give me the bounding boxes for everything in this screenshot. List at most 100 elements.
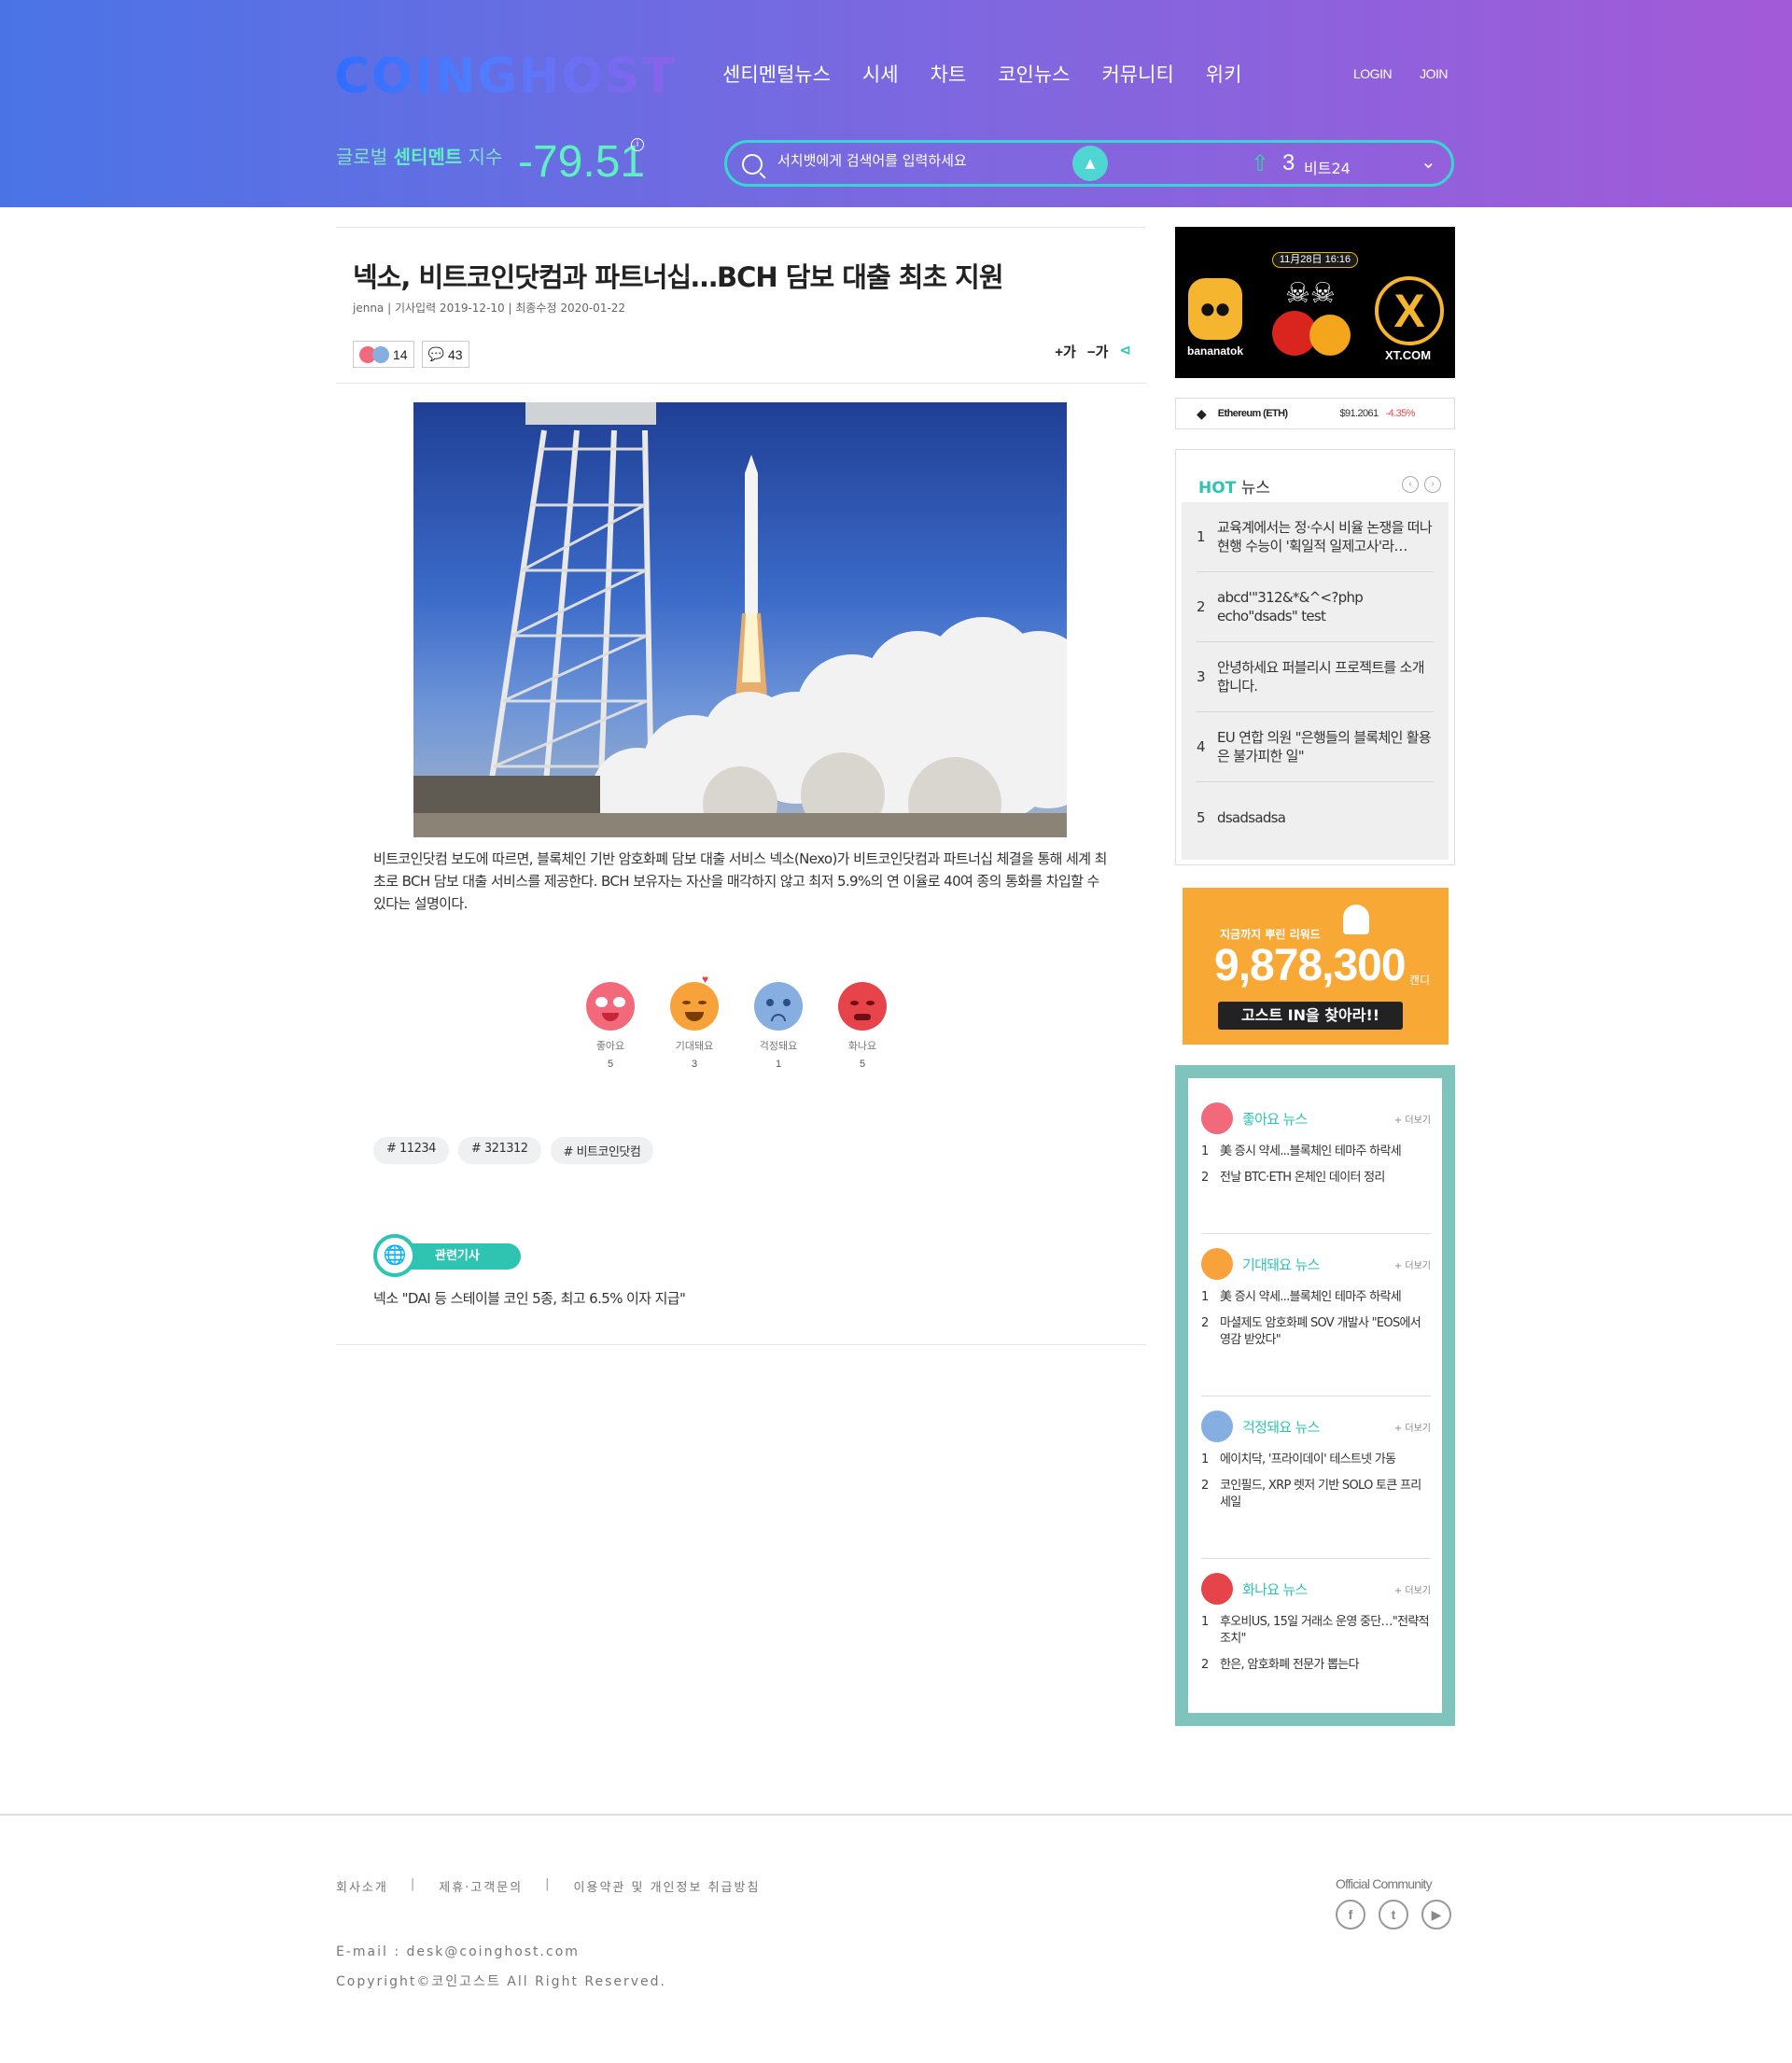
emotion-like-label: 좋아요: [595, 1040, 625, 1052]
share-icon[interactable]: ⊲: [1119, 342, 1131, 361]
chevron-left-icon[interactable]: ‹: [1402, 476, 1419, 493]
list-item[interactable]: 4 EU 연합 의원 "은행들의 블록체인 활용은 불가피한 일": [1197, 712, 1434, 782]
search-icon[interactable]: [742, 154, 763, 175]
list-item[interactable]: 3 안녕하세요 퍼블리시 프로젝트를 소개합니다.: [1197, 642, 1434, 712]
list-item[interactable]: 1 美 증시 약세...블록체인 테마주 하락세: [1201, 1144, 1431, 1160]
emotion-worry-label: 걱정돼요: [759, 1040, 798, 1052]
tag[interactable]: # 비트코인닷컴: [550, 1137, 654, 1164]
more-link[interactable]: + 더보기: [1394, 1112, 1431, 1126]
expect-face-icon: [1201, 1248, 1233, 1280]
nav-coin-news[interactable]: 코인뉴스: [998, 60, 1070, 88]
flower-decoration: [1309, 315, 1351, 356]
angry-news-section: 화나요 뉴스 + 더보기 1 후오비US, 15일 거래소 운영 중단…"전략적…: [1201, 1573, 1431, 1674]
more-link[interactable]: + 더보기: [1394, 1582, 1431, 1596]
nav-wiki[interactable]: 위키: [1206, 60, 1242, 88]
footer-link-contact[interactable]: 제휴·고객문의: [439, 1877, 523, 1895]
news-text: 코인필드, XRP 렛저 기반 SOLO 토큰 프리세일: [1220, 1479, 1421, 1509]
ad-banner[interactable]: 11月28日 16:16 •• bananatok ☠☠ X XT.COM: [1175, 227, 1455, 378]
emotion-angry[interactable]: 화나요 5: [838, 982, 887, 1070]
list-item[interactable]: 5 dsadsadsa: [1197, 782, 1434, 852]
worry-news-section: 걱정돼요 뉴스 + 더보기 1 에이치닥, '프라이데이' 테스트넷 가동 2 …: [1201, 1410, 1431, 1511]
comment-count-button[interactable]: 💬 43: [421, 341, 469, 368]
related-article-link[interactable]: 넥소 "DAI 등 스테이블 코인 5종, 최고 6.5% 이자 지급": [373, 1288, 840, 1308]
nav-market-price[interactable]: 시세: [862, 60, 899, 88]
emotion-worry[interactable]: 걱정돼요 1: [754, 982, 803, 1070]
rank-number: 2: [1201, 1171, 1209, 1185]
chevron-right-icon[interactable]: ›: [1424, 476, 1441, 493]
list-item[interactable]: 2 마셜제도 암호화폐 SOV 개발사 "EOS에서 영감 받았다": [1201, 1315, 1431, 1349]
list-item[interactable]: 2 코인필드, XRP 렛저 기반 SOLO 토큰 프리세일: [1201, 1478, 1431, 1511]
article-reactions: 14 💬 43: [353, 341, 469, 368]
like-news-title[interactable]: 좋아요 뉴스: [1242, 1109, 1394, 1129]
rank-number: 2: [1197, 598, 1206, 615]
login-link[interactable]: LOGIN: [1353, 66, 1393, 81]
font-down-button[interactable]: −가: [1087, 342, 1109, 361]
twitter-icon[interactable]: t: [1379, 1900, 1408, 1930]
rank-number: 3: [1197, 668, 1206, 685]
social-links: f t ▶: [1336, 1900, 1451, 1930]
rank-number: 1: [1201, 1290, 1209, 1304]
article-body: 비트코인닷컴 보도에 따르면, 블록체인 기반 암호화폐 담보 대출 서비스 넥…: [373, 850, 1107, 912]
hot-news-text: 교육계에서는 정·수시 비율 논쟁을 떠나 현행 수능이 '획일적 일제고사'라…: [1217, 519, 1433, 554]
emotion-expect[interactable]: ♥ 기대돼요 3: [670, 973, 719, 1070]
info-icon[interactable]: i: [631, 138, 644, 151]
emotion-angry-label: 화나요: [847, 1040, 877, 1052]
footer-link-about[interactable]: 회사소개: [336, 1877, 388, 1895]
tag[interactable]: # 321312: [457, 1137, 541, 1164]
site-logo[interactable]: COINGHOST: [334, 49, 677, 105]
bat-icon[interactable]: ▲: [1072, 146, 1108, 181]
rank-number: 1: [1201, 1144, 1209, 1158]
hot-title-strong: HOT: [1198, 479, 1237, 498]
article: 넥소, 비트코인닷컴과 파트너십…BCH 담보 대출 최초 지원 jenna |…: [336, 227, 1146, 1347]
emotion-worry-count: 1: [775, 1059, 782, 1070]
love-face-icon: [1201, 1102, 1233, 1134]
tag[interactable]: # 11234: [373, 1137, 449, 1164]
auth-links: LOGIN JOIN: [1353, 66, 1448, 81]
font-up-button[interactable]: +가: [1055, 342, 1076, 361]
nav-community[interactable]: 커뮤니티: [1101, 60, 1173, 88]
worry-news-title[interactable]: 걱정돼요 뉴스: [1242, 1417, 1394, 1437]
list-item[interactable]: 2 전날 BTC·ETH 온체인 데이터 정리: [1201, 1170, 1431, 1186]
list-item[interactable]: 1 美 증시 약세...블록체인 테마주 하락세: [1201, 1289, 1431, 1306]
worry-face-icon: [1201, 1410, 1233, 1442]
footer-link-terms[interactable]: 이용약관 및 개인정보 취급방침: [574, 1877, 761, 1895]
footer-divider: [0, 1814, 1792, 1816]
search-input[interactable]: [777, 152, 1057, 169]
reward-banner[interactable]: 지금까지 뿌린 리워드 9,878,300 캔디 고스트 IN을 찾아라!!: [1183, 888, 1449, 1045]
site-header: COINGHOST 센티멘털뉴스 시세 차트 코인뉴스 커뮤니티 위키 LOGI…: [0, 0, 1792, 207]
list-item[interactable]: 1 후오비US, 15일 거래소 운영 중단…"전략적 조치": [1201, 1614, 1431, 1648]
emotion-expect-count: 3: [691, 1059, 698, 1070]
official-community-label: Official Community: [1336, 1876, 1433, 1891]
news-text: 美 증시 약세...블록체인 테마주 하락세: [1220, 1144, 1402, 1158]
rank-number: 2: [1201, 1316, 1209, 1330]
emotion-angry-count: 5: [859, 1059, 866, 1070]
price-ticker[interactable]: ◆ Ethereum (ETH) $91.2061 -4.35%: [1175, 398, 1455, 429]
love-face-icon: [586, 982, 635, 1031]
reward-unit: 캔디: [1409, 974, 1431, 987]
expect-news-title[interactable]: 기대돼요 뉴스: [1242, 1255, 1394, 1274]
reaction-count-button[interactable]: 14: [353, 341, 414, 368]
article-tools: +가 −가 ⊲: [1055, 342, 1131, 361]
sentiment-prefix: 글로벌: [336, 146, 388, 168]
xt-logo-icon: X: [1375, 276, 1444, 345]
chevron-down-icon[interactable]: ⌄: [1421, 150, 1436, 174]
nav-chart[interactable]: 차트: [931, 60, 967, 88]
more-link[interactable]: + 더보기: [1394, 1257, 1431, 1271]
emotion-news-panel: 좋아요 뉴스 + 더보기 1 美 증시 약세...블록체인 테마주 하락세 2 …: [1175, 1065, 1455, 1726]
join-link[interactable]: JOIN: [1420, 66, 1448, 81]
list-item[interactable]: 1 교육계에서는 정·수시 비율 논쟁을 떠나 현행 수능이 '획일적 일제고사…: [1197, 502, 1434, 572]
find-ghost-button[interactable]: 고스트 IN을 찾아라!!: [1218, 1002, 1403, 1030]
more-link[interactable]: + 더보기: [1394, 1420, 1431, 1434]
angry-news-title[interactable]: 화나요 뉴스: [1242, 1579, 1394, 1599]
nav-sentiment-news[interactable]: 센티멘털뉴스: [722, 60, 831, 88]
emotion-like[interactable]: 좋아요 5: [586, 982, 635, 1070]
hot-title-rest: 뉴스: [1240, 479, 1270, 498]
list-item[interactable]: 2 abcd'"312&*&^<?php echo"dsads" test: [1197, 572, 1434, 642]
rank-number: 2: [1201, 1479, 1209, 1493]
youtube-icon[interactable]: ▶: [1421, 1900, 1451, 1930]
divider: [1201, 1233, 1431, 1234]
list-item[interactable]: 2 한은, 암호화폐 전문가 뽑는다: [1201, 1657, 1431, 1674]
facebook-icon[interactable]: f: [1336, 1900, 1365, 1930]
list-item[interactable]: 1 에이치닥, '프라이데이' 테스트넷 가동: [1201, 1452, 1431, 1468]
emotion-reactions: 좋아요 5 ♥ 기대돼요 3 걱정돼요 1 화나요 5: [586, 973, 887, 1070]
